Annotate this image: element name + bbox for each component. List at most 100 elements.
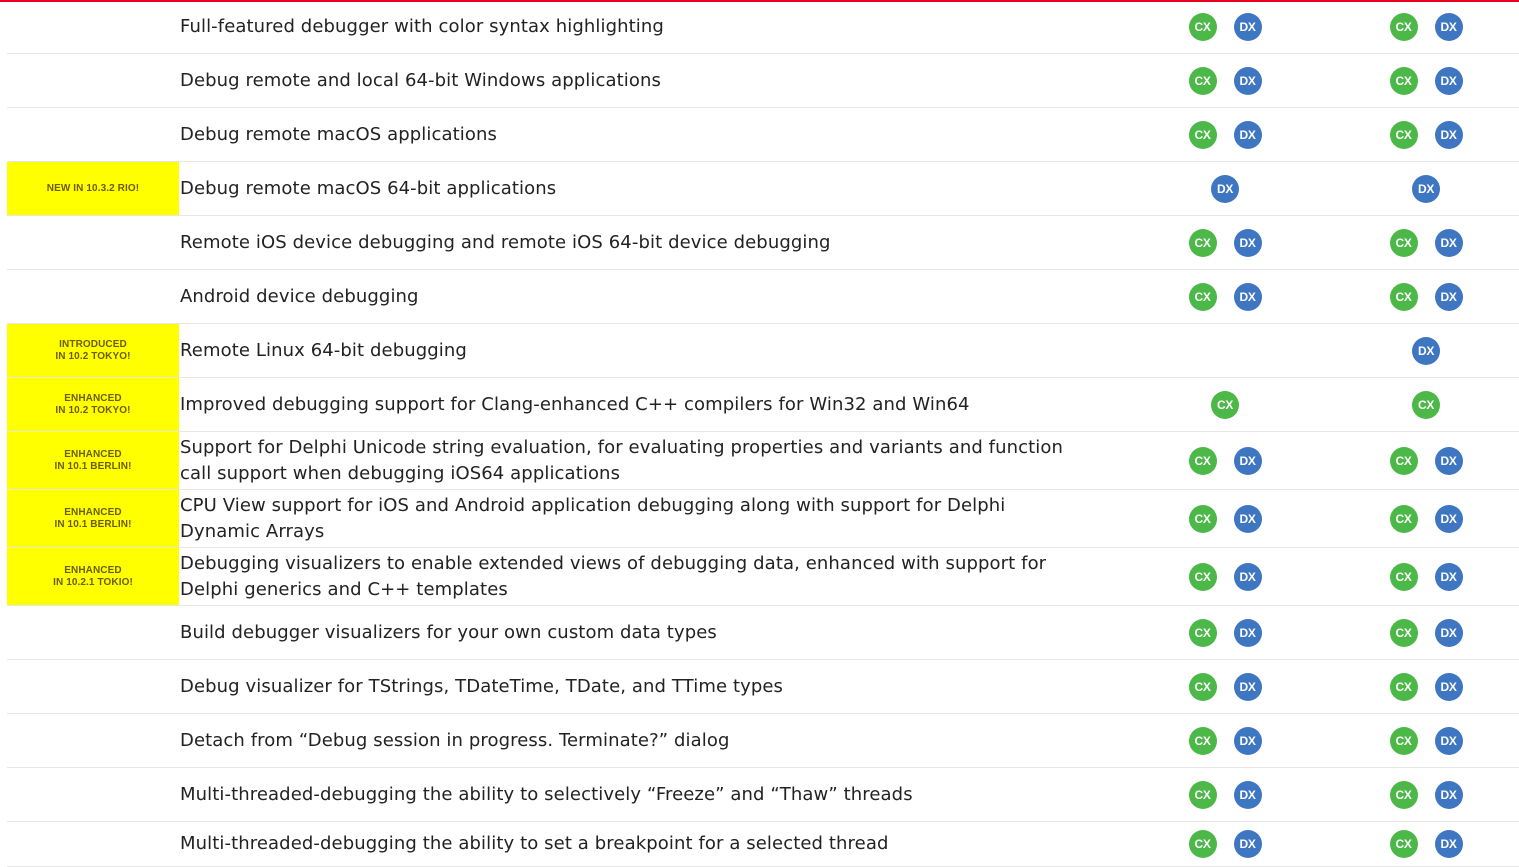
- cx-edition-icon: CX: [1389, 562, 1418, 591]
- release-badge-line: ENHANCED: [64, 392, 122, 404]
- dx-edition-icon: DX: [1233, 780, 1262, 809]
- edition-column-1: CX DX: [1165, 216, 1285, 269]
- table-row: Build debugger visualizers for your own …: [0, 606, 1519, 660]
- table-row: NEW IN 10.3.2 RIO! Debug remote macOS 64-…: [0, 162, 1519, 216]
- cx-edition-icon: CX: [1412, 390, 1440, 419]
- edition-column-2: CX DX: [1366, 606, 1486, 659]
- feature-label: Multi-threaded-debugging the ability to …: [180, 783, 913, 805]
- table-row: Multi-threaded-debugging the ability to …: [0, 822, 1519, 867]
- cx-edition-icon: CX: [1389, 780, 1418, 809]
- cx-edition-icon: CX: [1188, 66, 1217, 95]
- table-row: Debug remote macOS applications CX DX CX DX: [0, 108, 1519, 162]
- release-badge-line: IN 10.2 TOKYO!: [55, 350, 131, 362]
- cx-edition-icon: CX: [1188, 672, 1217, 701]
- release-badge-line: IN 10.2.1 TOKIO!: [53, 576, 133, 588]
- edition-column-1: CX DX: [1165, 768, 1285, 821]
- release-badge-line: ENHANCED: [64, 506, 122, 518]
- edition-column-1: CX DX: [1165, 606, 1285, 659]
- cx-edition-icon: CX: [1188, 504, 1217, 533]
- dx-edition-icon: DX: [1233, 618, 1262, 647]
- release-badge-line: INTRODUCED: [59, 338, 127, 350]
- feature-label: Support for Delphi Unicode string evalua…: [180, 436, 1064, 484]
- dx-edition-icon: DX: [1412, 174, 1440, 203]
- dx-edition-icon: DX: [1434, 780, 1463, 809]
- cx-edition-icon: CX: [1188, 120, 1217, 149]
- release-badge-line: IN 10.1 BERLIN!: [54, 460, 132, 472]
- edition-column-2: CX DX: [1366, 548, 1486, 605]
- feature-label: Remote iOS device debugging and remote i…: [180, 231, 831, 253]
- edition-column-2: CX DX: [1366, 432, 1486, 489]
- dx-edition-icon: DX: [1434, 504, 1463, 533]
- edition-column-1: CX DX: [1165, 714, 1285, 767]
- edition-column-1: CX DX: [1165, 822, 1285, 866]
- dx-edition-icon: DX: [1233, 562, 1262, 591]
- edition-column-2: DX: [1366, 324, 1486, 377]
- edition-column-1: CX DX: [1165, 0, 1285, 53]
- edition-column-2: CX DX: [1366, 216, 1486, 269]
- cx-edition-icon: CX: [1188, 228, 1217, 257]
- edition-column-2: CX DX: [1366, 822, 1486, 866]
- edition-column-2: CX DX: [1366, 768, 1486, 821]
- table-row: ENHANCED IN 10.1 BERLIN! CPU View support …: [0, 490, 1519, 548]
- release-badge: ENHANCED IN 10.1 BERLIN!: [7, 432, 179, 489]
- feature-label: Full-featured debugger with color syntax…: [180, 15, 664, 37]
- dx-edition-icon: DX: [1233, 446, 1262, 475]
- dx-edition-icon: DX: [1434, 282, 1463, 311]
- table-row: ENHANCED IN 10.1 BERLIN! Support for Delph…: [0, 432, 1519, 490]
- edition-column-2: DX: [1366, 162, 1486, 215]
- edition-column-1: CX DX: [1165, 548, 1285, 605]
- dx-edition-icon: DX: [1434, 120, 1463, 149]
- edition-column-2: CX DX: [1366, 714, 1486, 767]
- table-row: Debug visualizer for TStrings, TDateTime…: [0, 660, 1519, 714]
- feature-label: Detach from “Debug session in progress. …: [180, 729, 730, 751]
- edition-column-1: CX DX: [1165, 490, 1285, 547]
- dx-edition-icon: DX: [1233, 726, 1262, 755]
- table-row: Android device debugging CX DX CX DX: [0, 270, 1519, 324]
- dx-edition-icon: DX: [1434, 228, 1463, 257]
- release-badge-line: IN 10.1 BERLIN!: [54, 518, 132, 530]
- dx-edition-icon: DX: [1434, 726, 1463, 755]
- cx-edition-icon: CX: [1389, 120, 1418, 149]
- dx-edition-icon: DX: [1412, 336, 1440, 365]
- release-badge: NEW IN 10.3.2 RIO!: [7, 162, 179, 215]
- table-row: Detach from “Debug session in progress. …: [0, 714, 1519, 768]
- table-row: Debug remote and local 64-bit Windows ap…: [0, 54, 1519, 108]
- cx-edition-icon: CX: [1389, 504, 1418, 533]
- dx-edition-icon: DX: [1434, 562, 1463, 591]
- cx-edition-icon: CX: [1188, 830, 1217, 858]
- table-row: ENHANCED IN 10.2 TOKYO! Improved debugging…: [0, 378, 1519, 432]
- feature-label: Remote Linux 64-bit debugging: [180, 339, 467, 361]
- edition-column-1: CX DX: [1165, 54, 1285, 107]
- feature-label: CPU View support for iOS and Android app…: [180, 494, 1006, 542]
- feature-label: Android device debugging: [180, 285, 419, 307]
- dx-edition-icon: DX: [1233, 672, 1262, 701]
- dx-edition-icon: DX: [1434, 830, 1463, 858]
- dx-edition-icon: DX: [1434, 66, 1463, 95]
- cx-edition-icon: CX: [1389, 228, 1418, 257]
- edition-column-1: DX: [1165, 162, 1285, 215]
- dx-edition-icon: DX: [1434, 446, 1463, 475]
- edition-column-1: [1165, 324, 1285, 377]
- dx-edition-icon: DX: [1233, 120, 1262, 149]
- edition-column-1: CX DX: [1165, 432, 1285, 489]
- cx-edition-icon: CX: [1389, 66, 1418, 95]
- edition-column-2: CX: [1366, 378, 1486, 431]
- edition-column-1: CX DX: [1165, 660, 1285, 713]
- cx-edition-icon: CX: [1389, 446, 1418, 475]
- table-row: Full-featured debugger with color syntax…: [0, 0, 1519, 54]
- feature-label: Debug remote macOS 64-bit applications: [180, 177, 557, 199]
- edition-column-2: CX DX: [1366, 660, 1486, 713]
- dx-edition-icon: DX: [1211, 174, 1239, 203]
- feature-label: Improved debugging support for Clang-enh…: [180, 393, 970, 415]
- release-badge-line: ENHANCED: [64, 564, 122, 576]
- table-row: Remote iOS device debugging and remote i…: [0, 216, 1519, 270]
- feature-label: Debug remote and local 64-bit Windows ap…: [180, 69, 661, 91]
- edition-column-2: CX DX: [1366, 270, 1486, 323]
- cx-edition-icon: CX: [1188, 446, 1217, 475]
- cx-edition-icon: CX: [1188, 618, 1217, 647]
- cx-edition-icon: CX: [1188, 780, 1217, 809]
- feature-label: Multi-threaded-debugging the ability to …: [180, 833, 889, 854]
- cx-edition-icon: CX: [1211, 390, 1239, 419]
- dx-edition-icon: DX: [1233, 504, 1262, 533]
- cx-edition-icon: CX: [1188, 726, 1217, 755]
